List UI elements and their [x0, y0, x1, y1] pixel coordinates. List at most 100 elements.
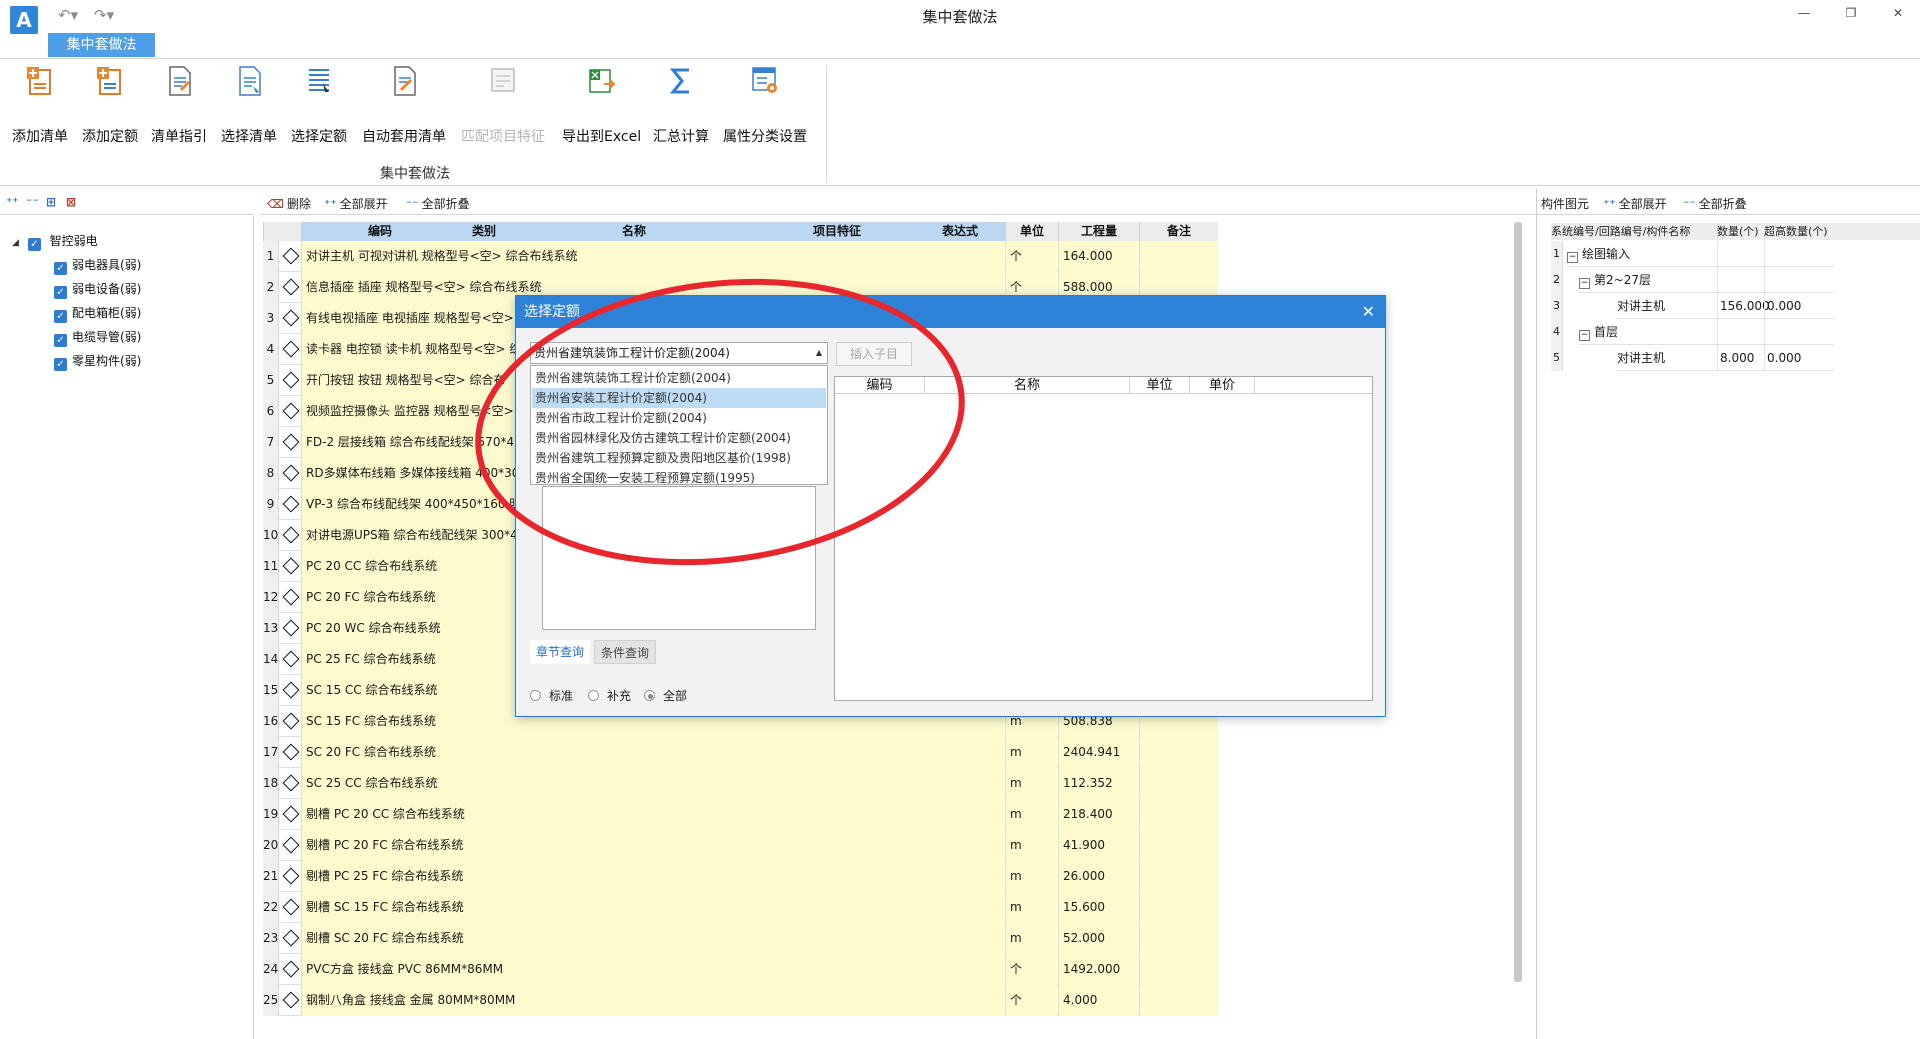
row-unit[interactable]: 个: [1005, 954, 1057, 985]
row-description[interactable]: 剔槽 SC 20 FC 综合布线系统: [301, 923, 1004, 954]
row-unit[interactable]: m: [1005, 830, 1057, 861]
grid-header-qty[interactable]: 工程量: [1058, 222, 1139, 241]
row-number[interactable]: 17: [263, 737, 279, 768]
row-quantity[interactable]: 52.000: [1058, 923, 1138, 954]
close-window-icon[interactable]: ✕: [1886, 6, 1910, 20]
ribbon-tab-active[interactable]: 集中套做法: [48, 33, 155, 57]
row-quantity[interactable]: 1492.000: [1058, 954, 1138, 985]
row-remark[interactable]: [1139, 892, 1218, 923]
row-number[interactable]: 2: [263, 272, 279, 303]
row-quantity[interactable]: 4.000: [1058, 985, 1138, 1016]
tree-row-qty[interactable]: [1717, 267, 1764, 293]
table-row[interactable]: 20 剔槽 PC 20 FC 综合布线系统 m 41.900: [263, 830, 1218, 861]
row-description[interactable]: 剔槽 SC 15 FC 综合布线系统: [301, 892, 1004, 923]
table-row[interactable]: 22 剔槽 SC 15 FC 综合布线系统 m 15.600: [263, 892, 1218, 923]
row-number[interactable]: 18: [263, 768, 279, 799]
close-icon[interactable]: ✕: [1362, 296, 1375, 328]
expand-all-button[interactable]: ⁺⁺ 全部展开: [324, 195, 388, 212]
result-col-name[interactable]: 名称: [925, 377, 1130, 394]
dropdown-option[interactable]: 贵州省园林绿化及仿古建筑工程计价定额(2004): [532, 428, 826, 448]
grid-header-features[interactable]: 项目特征: [759, 222, 915, 241]
dropdown-option-selected[interactable]: 贵州省安装工程计价定额(2004): [532, 388, 826, 408]
restore-icon[interactable]: ❐: [1839, 6, 1863, 20]
row-unit[interactable]: m: [1005, 861, 1057, 892]
tree-item-4[interactable]: ✓ 零星构件(弱): [54, 352, 141, 371]
right-col-extra[interactable]: 超高数量(个): [1764, 223, 1828, 240]
tree-row-extra[interactable]: 0.000: [1764, 293, 1834, 319]
collapse-toggle-icon[interactable]: −: [1579, 330, 1590, 341]
tree-row-qty[interactable]: [1717, 319, 1764, 345]
row-unit[interactable]: m: [1005, 768, 1057, 799]
checkbox-checked-icon[interactable]: ✓: [54, 310, 67, 323]
row-number[interactable]: 15: [263, 675, 279, 706]
row-quantity[interactable]: 164.000: [1058, 241, 1138, 272]
checkbox-checked-icon[interactable]: ✓: [27, 238, 41, 251]
dropdown-arrow-icon[interactable]: ▲: [816, 343, 822, 363]
row-quantity[interactable]: 26.000: [1058, 861, 1138, 892]
radio-standard[interactable]: 标准: [530, 687, 573, 704]
select-list-button[interactable]: 选择清单: [221, 64, 277, 146]
tree-row-extra[interactable]: [1764, 267, 1834, 293]
row-unit[interactable]: m: [1005, 892, 1057, 923]
row-description[interactable]: 对讲主机 可视对讲机 规格型号<空> 综合布线系统: [301, 241, 1004, 272]
row-number[interactable]: 12: [263, 582, 279, 613]
row-number[interactable]: 23: [263, 923, 279, 954]
tree-row[interactable]: 3 对讲主机 156.000 0.000: [1551, 293, 1920, 319]
result-col-code[interactable]: 编码: [835, 377, 925, 394]
result-col-price[interactable]: 单价: [1190, 377, 1255, 394]
checkbox-checked-icon[interactable]: ✓: [54, 286, 67, 299]
row-quantity[interactable]: 218.400: [1058, 799, 1138, 830]
tree-row-name[interactable]: − 第2~27层: [1579, 267, 1717, 293]
row-number[interactable]: 22: [263, 892, 279, 923]
table-row[interactable]: 17 SC 20 FC 综合布线系统 m 2404.941: [263, 737, 1218, 768]
table-row[interactable]: 21 剔槽 PC 25 FC 综合布线系统 m 26.000: [263, 861, 1218, 892]
row-description[interactable]: SC 25 CC 综合布线系统: [301, 768, 1004, 799]
dropdown-option[interactable]: 贵州省建筑装饰工程计价定额(2004): [532, 368, 826, 388]
tree-row-name[interactable]: − 首层: [1579, 319, 1717, 345]
tab-condition-query[interactable]: 条件查询: [594, 640, 657, 664]
row-unit[interactable]: 个: [1005, 985, 1057, 1016]
row-remark[interactable]: [1139, 830, 1218, 861]
tree-root[interactable]: ◢ ✓ 智控弱电: [12, 232, 98, 251]
row-number[interactable]: 8: [263, 458, 279, 489]
sum-calc-button[interactable]: 汇总计算: [653, 64, 709, 146]
row-number[interactable]: 1: [263, 241, 279, 272]
tree-row-extra[interactable]: [1764, 319, 1834, 345]
row-description[interactable]: 剔槽 PC 20 CC 综合布线系统: [301, 799, 1004, 830]
row-quantity[interactable]: 112.352: [1058, 768, 1138, 799]
row-number[interactable]: 20: [263, 830, 279, 861]
collapse-all-button[interactable]: ⁻⁻ 全部折叠: [406, 195, 470, 212]
row-remark[interactable]: [1139, 954, 1218, 985]
table-row[interactable]: 24 PVC方盒 接线盒 PVC 86MM*86MM 个 1492.000: [263, 954, 1218, 985]
tree-row[interactable]: 2 − 第2~27层: [1551, 267, 1920, 293]
minimize-icon[interactable]: —: [1792, 6, 1816, 20]
list-guide-button[interactable]: 清单指引: [151, 64, 207, 146]
row-number[interactable]: 11: [263, 551, 279, 582]
checkbox-checked-icon[interactable]: ✓: [54, 262, 67, 275]
row-description[interactable]: PVC方盒 接线盒 PVC 86MM*86MM: [301, 954, 1004, 985]
row-number[interactable]: 14: [263, 644, 279, 675]
grid-header-unit[interactable]: 单位: [1005, 222, 1058, 241]
deselect-all-icon[interactable]: ⊠: [66, 195, 79, 209]
insert-subitem-button[interactable]: 插入子目: [836, 342, 912, 366]
row-unit[interactable]: m: [1005, 799, 1057, 830]
row-remark[interactable]: [1139, 923, 1218, 954]
row-description[interactable]: 钢制八角盒 接线盒 金属 80MM*80MM: [301, 985, 1004, 1016]
tree-row-qty[interactable]: [1717, 241, 1764, 267]
row-number[interactable]: 4: [263, 334, 279, 365]
select-all-icon[interactable]: ⊞: [46, 195, 59, 209]
row-remark[interactable]: [1139, 985, 1218, 1016]
right-collapse-all-button[interactable]: ⁻⁻ 全部折叠: [1683, 195, 1747, 212]
tree-row-qty[interactable]: 156.000: [1717, 293, 1770, 319]
table-row[interactable]: 19 剔槽 PC 20 CC 综合布线系统 m 218.400: [263, 799, 1218, 830]
table-row[interactable]: 23 剔槽 SC 20 FC 综合布线系统 m 52.000: [263, 923, 1218, 954]
delete-button[interactable]: ⌫ 删除: [267, 195, 311, 212]
dropdown-option[interactable]: 贵州省市政工程计价定额(2004): [532, 408, 826, 428]
row-number[interactable]: 5: [263, 365, 279, 396]
add-list-button[interactable]: 添加清单: [12, 64, 68, 146]
radio-all[interactable]: 全部: [644, 687, 687, 704]
table-row[interactable]: 1 对讲主机 可视对讲机 规格型号<空> 综合布线系统个 164.000: [263, 241, 1218, 272]
tree-item-2[interactable]: ✓ 配电箱柜(弱): [54, 304, 141, 323]
table-row[interactable]: 18 SC 25 CC 综合布线系统 m 112.352: [263, 768, 1218, 799]
row-description[interactable]: SC 20 FC 综合布线系统: [301, 737, 1004, 768]
